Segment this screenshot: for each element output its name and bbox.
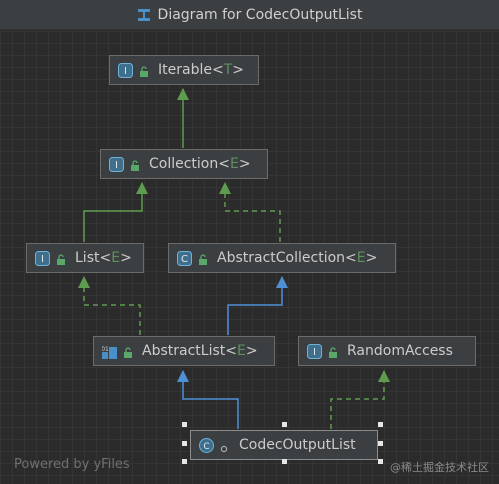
- selection-handle[interactable]: [182, 422, 187, 427]
- svg-text:I: I: [41, 254, 44, 265]
- selection-handle[interactable]: [182, 441, 187, 446]
- svg-text:C: C: [181, 254, 188, 265]
- diagram-titlebar: Diagram for CodecOutputList: [0, 0, 499, 30]
- edge-abstractlist-abstractcollection: [227, 276, 288, 335]
- selection-handle[interactable]: [378, 459, 383, 464]
- node-abstract-collection[interactable]: C AbstractCollection<E>: [168, 243, 396, 273]
- node-label-random-access: RandomAccess: [347, 343, 453, 359]
- public-lock-icon: [123, 346, 133, 358]
- window-title: Diagram for CodecOutputList: [157, 6, 363, 23]
- node-label-iterable: Iterable<T>: [158, 62, 244, 78]
- node-abstract-list[interactable]: 01 AbstractList<E>: [93, 336, 275, 366]
- svg-text:C: C: [203, 442, 209, 452]
- powered-by-text: Powered by yFiles: [14, 457, 130, 472]
- selection-handle[interactable]: [182, 459, 187, 464]
- interface-icon: I: [118, 62, 133, 78]
- edge-abstractcollection-collection: [219, 182, 281, 242]
- public-lock-icon: [328, 346, 338, 358]
- public-lock-icon: [130, 159, 140, 171]
- node-random-access[interactable]: I RandomAccess: [298, 336, 476, 366]
- package-private-dot-icon: [220, 441, 228, 453]
- selection-handle[interactable]: [378, 441, 383, 446]
- public-lock-icon: [139, 65, 149, 77]
- edge-codecoutputlist-abstractlist: [177, 370, 239, 429]
- interface-icon: I: [307, 343, 322, 359]
- svg-text:I: I: [115, 160, 118, 171]
- selection-handle[interactable]: [282, 422, 287, 427]
- node-list[interactable]: I List<E>: [26, 243, 144, 273]
- node-codec-output-list[interactable]: C CodecOutputList: [190, 430, 378, 460]
- node-iterable[interactable]: I Iterable<T>: [109, 55, 259, 85]
- public-lock-icon: [198, 253, 208, 265]
- node-label-list: List<E>: [75, 250, 132, 266]
- node-label-abstract-list: AbstractList<E>: [142, 343, 258, 359]
- node-label-codec-output-list: CodecOutputList: [239, 437, 356, 453]
- svg-text:I: I: [313, 347, 316, 358]
- diagram-canvas[interactable]: I Iterable<T> I Collection<E> I List<E> …: [0, 31, 499, 484]
- interface-icon: I: [109, 156, 124, 172]
- diagram-icon: [137, 8, 151, 22]
- watermark-text: @稀土掘金技术社区: [390, 461, 489, 474]
- selection-handle[interactable]: [282, 459, 287, 464]
- node-label-abstract-collection: AbstractCollection<E>: [217, 250, 378, 266]
- selection-handle[interactable]: [378, 422, 383, 427]
- node-label-collection: Collection<E>: [149, 156, 251, 172]
- abstract-class-icon: 01: [102, 344, 117, 359]
- edge-codecoutputlist-randomaccess: [330, 370, 390, 429]
- edge-list-collection: [83, 182, 148, 242]
- node-collection[interactable]: I Collection<E>: [100, 149, 268, 179]
- edge-abstractlist-list: [78, 276, 141, 335]
- svg-text:I: I: [124, 66, 127, 77]
- public-lock-icon: [56, 253, 66, 265]
- svg-text:01: 01: [102, 346, 109, 353]
- abstract-class-icon: C: [177, 250, 192, 266]
- class-icon: C: [199, 437, 214, 453]
- interface-icon: I: [35, 250, 50, 266]
